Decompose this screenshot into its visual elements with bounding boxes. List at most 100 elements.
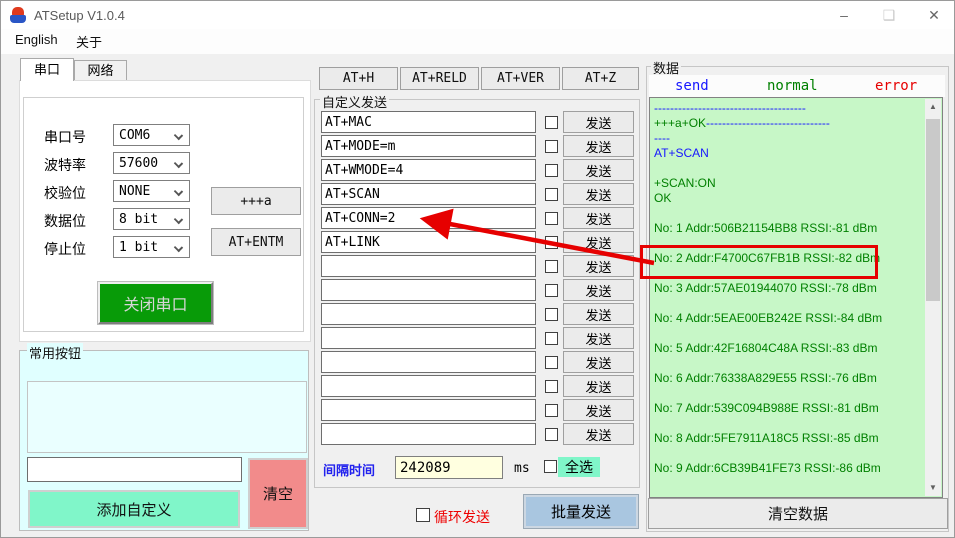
command-checkbox[interactable] xyxy=(545,283,558,297)
minimize-button[interactable]: – xyxy=(829,1,859,29)
log-line: No: 8 Addr:5FE7911A18C5 RSSI:-85 dBm xyxy=(654,431,912,446)
chevron-down-icon xyxy=(173,186,184,197)
command-checkbox[interactable] xyxy=(545,115,558,129)
custom-command-row: 发送 xyxy=(321,327,637,349)
baud-select[interactable]: 57600 xyxy=(113,152,190,174)
custom-command-row: 发送 xyxy=(321,135,637,157)
custom-command-row: 发送 xyxy=(321,279,637,301)
send-button[interactable]: 发送 xyxy=(563,111,634,133)
command-checkbox[interactable] xyxy=(545,139,558,153)
window-title: ATSetup V1.0.4 xyxy=(34,8,125,23)
send-button[interactable]: 发送 xyxy=(563,375,634,397)
scroll-up-icon[interactable]: ▲ xyxy=(925,99,941,115)
command-checkbox[interactable] xyxy=(545,187,558,201)
at-z-button[interactable]: AT+Z xyxy=(562,67,639,90)
databits-select[interactable]: 8 bit xyxy=(113,208,190,230)
at-h-button[interactable]: AT+H xyxy=(319,67,398,90)
custom-command-input[interactable] xyxy=(321,375,536,397)
stopbits-select[interactable]: 1 bit xyxy=(113,236,190,258)
log-line: OK xyxy=(654,191,912,206)
select-all-checkbox[interactable] xyxy=(544,460,557,473)
command-checkbox[interactable] xyxy=(545,163,558,177)
clear-common-button[interactable]: 清空 xyxy=(248,458,308,529)
loop-send-checkbox[interactable] xyxy=(416,508,430,522)
port-select[interactable]: COM6 xyxy=(113,124,190,146)
tab-serial[interactable]: 串口 xyxy=(20,58,74,81)
data-log[interactable]: -------------------------------------- ++… xyxy=(649,97,943,498)
port-value: COM6 xyxy=(119,127,151,143)
send-button[interactable]: 发送 xyxy=(563,255,634,277)
command-checkbox[interactable] xyxy=(545,355,558,369)
custom-command-input[interactable] xyxy=(321,135,536,157)
send-button[interactable]: 发送 xyxy=(563,183,634,205)
command-checkbox[interactable] xyxy=(545,211,558,225)
send-button[interactable]: 发送 xyxy=(563,279,634,301)
log-segment: No: 5 Addr:42F16804C48A RSSI:-83 dBm xyxy=(654,341,878,355)
command-checkbox[interactable] xyxy=(545,403,558,417)
send-button[interactable]: 发送 xyxy=(563,231,634,253)
scroll-down-icon[interactable]: ▼ xyxy=(925,480,941,496)
custom-command-row: 发送 xyxy=(321,111,637,133)
custom-command-input[interactable] xyxy=(321,303,536,325)
custom-command-input[interactable] xyxy=(321,207,536,229)
command-checkbox[interactable] xyxy=(545,379,558,393)
custom-command-input[interactable] xyxy=(321,231,536,253)
log-segment: ------------------------------- xyxy=(706,116,830,130)
log-segment: +++a+OK xyxy=(654,116,707,130)
custom-command-input[interactable] xyxy=(321,159,536,181)
command-checkbox[interactable] xyxy=(545,307,558,321)
command-checkbox[interactable] xyxy=(545,235,558,249)
log-scrollbar[interactable]: ▲ ▼ xyxy=(925,99,941,496)
custom-command-input[interactable] xyxy=(321,255,536,277)
menu-item-about[interactable]: 关于 xyxy=(76,32,102,51)
send-button[interactable]: 发送 xyxy=(563,423,634,445)
log-line: No: 4 Addr:5EAE00EB242E RSSI:-84 dBm xyxy=(654,311,912,326)
custom-command-input[interactable] xyxy=(321,423,536,445)
parity-label: 校验位 xyxy=(44,185,86,201)
send-button[interactable]: 发送 xyxy=(563,303,634,325)
close-serial-port-button[interactable]: 关闭串口 xyxy=(97,281,214,325)
send-button[interactable]: 发送 xyxy=(563,207,634,229)
parity-select[interactable]: NONE xyxy=(113,180,190,202)
command-checkbox[interactable] xyxy=(545,331,558,345)
menu-item-english[interactable]: English xyxy=(15,32,58,47)
custom-command-input[interactable] xyxy=(321,183,536,205)
maximize-button[interactable]: ❑ xyxy=(874,1,904,29)
log-line: -------------------------------------- xyxy=(654,101,912,116)
log-line: No: 6 Addr:76338A829E55 RSSI:-76 dBm xyxy=(654,371,912,386)
custom-command-input[interactable] xyxy=(321,351,536,373)
send-button[interactable]: 发送 xyxy=(563,327,634,349)
custom-send-rows: 发送发送发送发送发送发送发送发送发送发送发送发送发送发送 xyxy=(321,111,637,447)
custom-command-input[interactable] xyxy=(321,111,536,133)
tab-network[interactable]: 网络 xyxy=(74,60,127,81)
baud-label: 波特率 xyxy=(44,157,86,173)
stopbits-label: 停止位 xyxy=(44,241,86,257)
clear-data-button[interactable]: 清空数据 xyxy=(648,498,948,529)
custom-send-label: 自定义发送 xyxy=(320,92,390,111)
command-checkbox[interactable] xyxy=(545,427,558,441)
databits-label: 数据位 xyxy=(44,213,86,229)
custom-name-input[interactable] xyxy=(27,457,242,482)
scrollbar-thumb[interactable] xyxy=(926,119,940,301)
log-segment: ---- xyxy=(654,131,670,145)
send-button[interactable]: 发送 xyxy=(563,159,634,181)
custom-command-input[interactable] xyxy=(321,399,536,421)
send-button[interactable]: 发送 xyxy=(563,351,634,373)
interval-input[interactable] xyxy=(395,456,503,479)
at-ver-button[interactable]: AT+VER xyxy=(481,67,560,90)
at-reld-button[interactable]: AT+RELD xyxy=(400,67,479,90)
close-button[interactable]: ✕ xyxy=(919,1,949,29)
command-checkbox[interactable] xyxy=(545,259,558,273)
custom-command-input[interactable] xyxy=(321,327,536,349)
custom-command-input[interactable] xyxy=(321,279,536,301)
log-segment: No: 8 Addr:5FE7911A18C5 RSSI:-85 dBm xyxy=(654,431,879,445)
batch-send-button[interactable]: 批量发送 xyxy=(523,494,639,529)
at-entm-button[interactable]: AT+ENTM xyxy=(211,228,301,256)
send-button[interactable]: 发送 xyxy=(563,399,634,421)
loop-send-label: 循环发送 xyxy=(434,509,490,525)
plus-a-button[interactable]: +++a xyxy=(211,187,301,215)
add-custom-button[interactable]: 添加自定义 xyxy=(28,490,240,528)
send-button[interactable]: 发送 xyxy=(563,135,634,157)
log-segment: AT+SCAN xyxy=(654,146,709,160)
